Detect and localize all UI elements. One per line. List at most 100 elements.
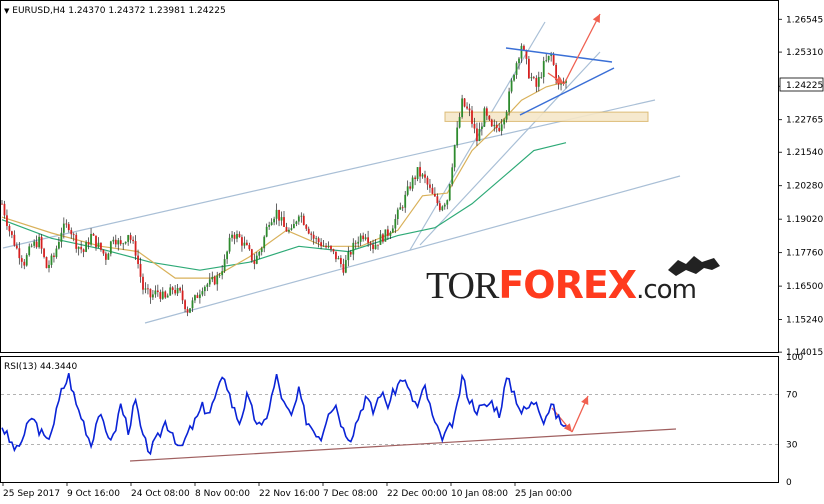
candle-body (369, 242, 372, 245)
candle-body (280, 217, 283, 221)
candle-body (114, 239, 117, 245)
candle-body (495, 124, 498, 128)
price-tick-label: 1.26545 (786, 15, 823, 25)
candle-body (142, 276, 144, 290)
candle-body (154, 290, 157, 295)
candle-body (349, 251, 352, 255)
time-tick-label: 10 Jan 08:00 (451, 489, 508, 499)
candle-body (43, 248, 45, 258)
candle-body (38, 236, 41, 248)
candle-body (236, 233, 238, 239)
candle-body (191, 300, 194, 309)
candle-body (213, 276, 216, 285)
candle-body (50, 255, 53, 265)
candle-body (290, 228, 293, 230)
candle-body (498, 127, 501, 132)
watermark-tor: TOR (426, 265, 500, 307)
rsi-tick-label: 70 (786, 391, 798, 401)
candle-body (424, 174, 426, 178)
candle-body (196, 295, 199, 298)
candle-body (456, 127, 459, 146)
candle-body (245, 242, 248, 246)
candle-body (75, 234, 78, 249)
candle-body (352, 242, 355, 255)
symbol-triangle-icon: ▼ (4, 7, 10, 15)
rsi-tick-label: 0 (786, 478, 792, 488)
time-tick-label: 9 Oct 16:00 (67, 489, 120, 499)
candle-body (248, 245, 251, 250)
candle-body (104, 253, 107, 260)
candle-body (473, 123, 476, 129)
candle-body (347, 251, 350, 261)
candle-body (552, 54, 555, 65)
candle-body (362, 235, 365, 240)
candle-body (260, 248, 263, 252)
candle-body (518, 58, 520, 64)
candle-body (85, 242, 88, 252)
rsi-label: RSI(13) 44.3440 (4, 362, 77, 372)
candle-body (283, 217, 285, 227)
candle-body (401, 207, 404, 209)
candle-body (377, 244, 379, 246)
candle-body (515, 63, 518, 75)
candle-body (23, 261, 26, 266)
candle-body (65, 223, 68, 225)
candle-body (448, 184, 451, 201)
current-price-label: 1.24225 (786, 81, 823, 91)
candle-body (419, 167, 421, 177)
candle-body (431, 187, 434, 194)
candle-body (535, 77, 538, 87)
candle-body (396, 209, 399, 220)
candle-body (545, 60, 548, 62)
candle-body (77, 246, 80, 249)
candle-body (270, 222, 273, 226)
candle-body (394, 219, 397, 229)
candle-body (510, 80, 513, 92)
candle-body (493, 124, 496, 127)
candle-body (463, 98, 466, 107)
candle-body (453, 145, 456, 168)
support-zone-rect (444, 111, 649, 122)
candle-body (421, 174, 424, 177)
candle-body (364, 237, 367, 240)
candle-body (174, 289, 177, 294)
candle-body (149, 288, 152, 298)
candle-body (122, 243, 125, 245)
candle-body (117, 240, 120, 245)
candle-body (62, 223, 65, 233)
candle-body (451, 167, 454, 185)
candle-body (48, 264, 50, 269)
candle-body (273, 218, 276, 223)
candle-body (404, 194, 407, 208)
time-tick-label: 8 Nov 00:00 (195, 489, 250, 499)
candle-body (233, 234, 236, 239)
candle-body (139, 263, 142, 277)
candle-body (520, 45, 523, 59)
candle-body (151, 294, 154, 298)
candle-body (166, 295, 169, 298)
candle-body (134, 241, 137, 256)
price-tick-label: 1.22765 (786, 116, 823, 126)
candle-body (372, 244, 374, 250)
candle-body (416, 167, 419, 179)
candle-body (179, 287, 182, 291)
candle-body (184, 300, 186, 310)
candle-body (483, 108, 486, 127)
candle-body (530, 77, 533, 79)
candle-body (40, 236, 43, 249)
candle-body (221, 271, 224, 276)
candle-body (20, 258, 23, 262)
candle-body (102, 249, 105, 254)
price-tick-label: 1.15240 (786, 316, 823, 326)
candle-body (28, 246, 31, 256)
candle-body (45, 257, 48, 269)
candle-body (315, 238, 318, 240)
candle-body (302, 215, 305, 225)
time-tick-label: 25 Sep 2017 (3, 489, 60, 499)
candle-body (80, 246, 83, 250)
candle-body (320, 242, 323, 247)
candle-body (374, 244, 377, 250)
price-axis: 1.265451.253101.240251.227651.215401.202… (778, 15, 823, 358)
candle-body (382, 234, 384, 242)
candle-body (55, 248, 58, 257)
